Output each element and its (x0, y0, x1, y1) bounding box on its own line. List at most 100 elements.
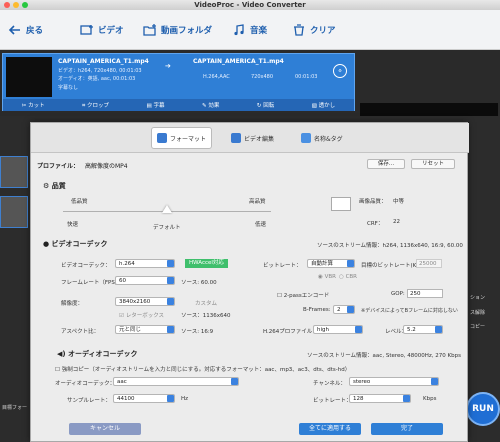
done-button[interactable]: 完了 (371, 423, 443, 435)
music-label: 音楽 (250, 26, 268, 36)
reset-button[interactable]: リセット (411, 159, 455, 169)
effect-button[interactable]: ✎ 効果 (202, 101, 219, 109)
vbr-label: VBR (324, 274, 336, 280)
profile-value: 高解像度のMP4 (85, 163, 128, 170)
minimize-window-button[interactable] (13, 2, 19, 8)
source-video-info: ビデオ：h264, 720x480, 00:01:03 (58, 68, 142, 74)
tab-format[interactable]: フォーマット (151, 127, 213, 149)
audio-stream-info: ソースのストリーム情報：aac, Stereo, 48000Hz, 270 Kb… (307, 353, 461, 359)
tab-name-tag[interactable]: 名称&タグ (296, 127, 348, 149)
video-thumbnail (6, 57, 52, 97)
run-button[interactable]: RUN (466, 392, 500, 426)
subtitle-button[interactable]: ▤ 字幕 (147, 101, 165, 109)
fps-select[interactable]: 60 (115, 276, 175, 285)
audio-codec-select[interactable]: aac (113, 377, 239, 386)
letterbox-checkbox[interactable]: ☑ レターボックス (119, 311, 164, 319)
back-label: 戻る (26, 26, 44, 36)
apply-all-button[interactable]: 全てに適用する (299, 423, 361, 435)
resolution-source: ソース：1136x640 (181, 313, 231, 319)
force-copy-label: 強制コピー（オーディオストリームを入力と同じにする。対応するフォーマット：aac… (61, 367, 351, 373)
add-music-button[interactable]: 音楽 (232, 23, 267, 37)
audio-section-title: ◀) オーディオコーデック (57, 350, 138, 358)
image-quality-label: 画像品質： (359, 199, 387, 205)
tab-format-label: フォーマット (170, 135, 207, 143)
crf-value: 22 (393, 219, 400, 225)
arrow-right-icon: ➔ (165, 62, 171, 70)
audio-codec-label: オーディオコーデック： (55, 381, 116, 387)
rotate-label: 回転 (263, 103, 275, 109)
custom-resolution[interactable]: カスタム (195, 299, 217, 307)
add-folder-button[interactable]: 動画フォルダ (143, 23, 212, 37)
aspect-select[interactable]: 元と同じ (115, 325, 175, 334)
crop-button[interactable]: ⌗ クロップ (82, 101, 109, 110)
cancel-button[interactable]: キャンセル (69, 423, 141, 435)
add-video-button[interactable]: ビデオ (80, 23, 124, 37)
output-codec: H.264,AAC (203, 74, 230, 80)
level-select[interactable]: 5.2 (403, 325, 443, 334)
gop-label: GOP: (391, 291, 405, 297)
subtitle-select[interactable]: 字幕なし (58, 84, 78, 91)
remove-label: ス解除 (470, 310, 486, 316)
clear-button[interactable]: クリア (292, 23, 336, 37)
file-list: CAPTAIN_AMERICA_T1.mp4 ビデオ：h264, 720x480… (0, 50, 500, 161)
fps-source: ソース: 60.00 (181, 280, 217, 286)
force-copy-checkbox[interactable]: ☐ 強制コピー（オーディオストリームを入力と同じにする。対応するフォーマット：a… (55, 365, 350, 373)
sample-rate-select[interactable]: 44100 (113, 394, 175, 403)
source-audio-info: オーディオ：英語, aac, 00:01:03 (58, 76, 136, 82)
h264-profile-select[interactable]: high (313, 325, 363, 334)
watermark-label: 透かし (318, 103, 336, 109)
dialog-tabs: フォーマット ビデオ編集 名称&タグ (31, 123, 469, 153)
h264-profile-label: H.264プロファイル： (263, 329, 318, 335)
image-quality-icon (331, 197, 351, 211)
bitrate-select[interactable]: 自動計算 (307, 259, 355, 268)
video-edit-icon (231, 133, 241, 143)
video-codec-select[interactable]: h.264 (115, 259, 175, 268)
audio-bitrate-select[interactable]: 128 (349, 394, 411, 403)
letterbox-label: レターボックス (125, 313, 165, 319)
cut-button[interactable]: ✂ カット (22, 101, 45, 109)
back-button[interactable]: 戻る (8, 23, 43, 37)
audio-bitrate-unit: Kbps (423, 396, 437, 402)
video-codec-label: ビデオコーデック： (61, 263, 111, 269)
resolution-label: 解像度： (61, 301, 84, 307)
title-bar: VideoProc - Video Converter (0, 0, 500, 10)
zoom-window-button[interactable] (22, 2, 28, 8)
close-window-button[interactable] (4, 2, 10, 8)
rotate-button[interactable]: ↻ 回転 (257, 101, 274, 109)
music-plus-icon (234, 24, 244, 36)
target-bitrate-input[interactable]: 25000 (416, 259, 442, 268)
format-icon (157, 133, 167, 143)
watermark-button[interactable]: ▧ 透かし (312, 101, 335, 109)
vbr-radio[interactable]: ◉ VBR (318, 274, 336, 280)
sample-rate-unit: Hz (181, 396, 189, 402)
edit-toolbar: ✂ カット ⌗ クロップ ▤ 字幕 ✎ 効果 ↻ 回転 ▧ 透かし (3, 99, 354, 111)
folder-plus-icon (143, 24, 156, 36)
default-label: デフォルト (153, 225, 181, 231)
codec-option-icon[interactable]: ⚙ (333, 64, 347, 78)
window-title: VideoProc - Video Converter (194, 1, 306, 9)
save-profile-button[interactable]: 保存... (367, 159, 405, 169)
tab-video-edit[interactable]: ビデオ編集 (226, 127, 279, 149)
high-quality-label: 高品質 (249, 199, 266, 205)
two-pass-checkbox[interactable]: ☐ 2-passエンコード (277, 291, 329, 299)
quality-slider-thumb[interactable] (162, 205, 172, 213)
audio-title: オーディオコーデック (68, 350, 138, 358)
quality-title: 品質 (51, 182, 66, 190)
resolution-select[interactable]: 3840x2160 (115, 297, 175, 306)
cbr-radio[interactable]: ○ CBR (339, 274, 357, 280)
subtitle-label: 字幕 (153, 103, 165, 109)
target-format-thumb-2[interactable] (0, 196, 28, 228)
tab-video-edit-label: ビデオ編集 (244, 135, 275, 143)
audio-bitrate-label: ビットレート： (313, 398, 352, 404)
output-resolution: 720x480 (251, 74, 274, 80)
slow-label: 低速 (255, 222, 267, 228)
bframes-select[interactable]: 2 (333, 305, 355, 314)
file-card[interactable]: CAPTAIN_AMERICA_T1.mp4 ビデオ：h264, 720x480… (2, 53, 355, 111)
aspect-source: ソース: 16:9 (181, 329, 214, 335)
format-settings-dialog: フォーマット ビデオ編集 名称&タグ プロファイル： 高解像度のMP4 保存..… (30, 122, 469, 442)
channel-select[interactable]: stereo (349, 377, 439, 386)
gop-input[interactable]: 250 (407, 289, 443, 298)
target-format-thumb[interactable] (0, 156, 28, 188)
image-quality-value: 中等 (393, 199, 405, 205)
video-label: ビデオ (98, 26, 124, 36)
